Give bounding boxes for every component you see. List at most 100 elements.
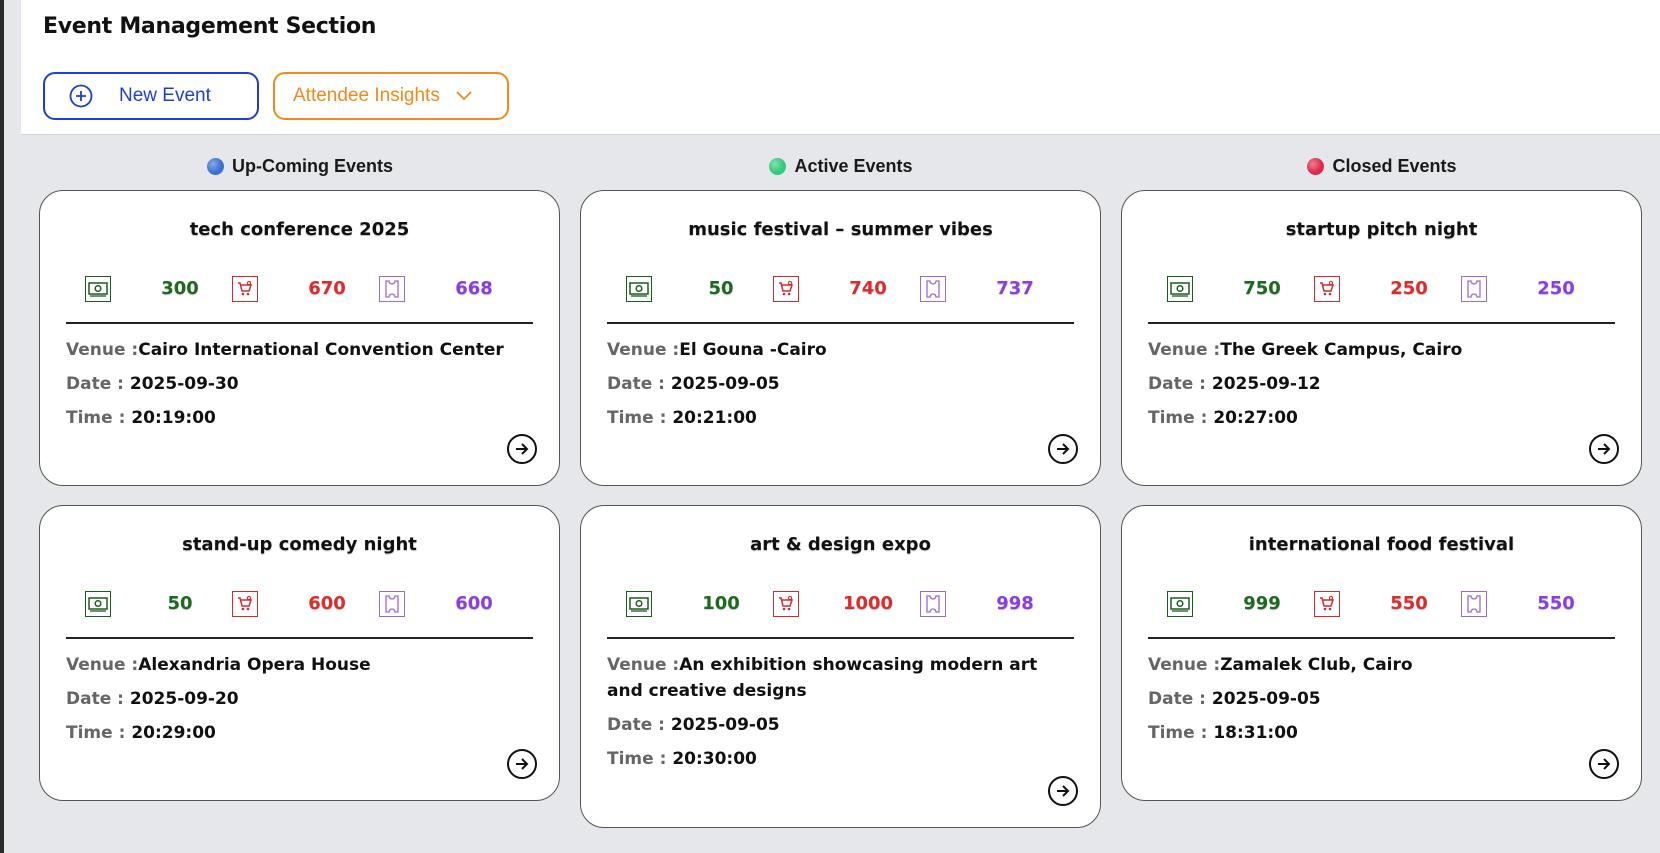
- time-row: Time : 20:30:00: [607, 746, 1074, 772]
- remaining-value: 250: [1537, 278, 1575, 299]
- attendee-insights-dropdown[interactable]: Attendee Insights: [273, 72, 509, 120]
- venue-row: Venue :An exhibition showcasing modern a…: [607, 652, 1074, 704]
- event-stats: 750 250 250: [1167, 276, 1607, 306]
- date-label: Date :: [66, 374, 130, 394]
- open-event-button[interactable]: [1589, 749, 1619, 779]
- cart-icon: [1314, 276, 1340, 302]
- capacity-value: 550: [1390, 593, 1428, 614]
- divider: [66, 637, 533, 639]
- money-icon: [85, 276, 111, 302]
- tickets-sold-value: 750: [1243, 278, 1281, 299]
- tickets-sold-value: 999: [1243, 593, 1281, 614]
- column-header-label: Active Events: [794, 155, 913, 176]
- time-label: Time :: [607, 749, 673, 769]
- ticket-icon: [1461, 591, 1487, 617]
- event-title: tech conference 2025: [189, 219, 410, 240]
- event-title: international food festival: [1248, 534, 1515, 555]
- event-card[interactable]: art & design expo 100 1000 998 Venue :An…: [580, 505, 1101, 828]
- date-value: 2025-09-05: [670, 374, 780, 394]
- time-value: 20:27:00: [1213, 408, 1298, 428]
- date-row: Date : 2025-09-20: [66, 686, 533, 712]
- time-value: 20:30:00: [672, 749, 757, 769]
- time-value: 18:31:00: [1213, 723, 1298, 743]
- attendee-insights-label: Attendee Insights: [293, 85, 440, 106]
- time-label: Time :: [607, 408, 673, 428]
- ticket-icon: [1461, 276, 1487, 302]
- arrow-right-icon: [1054, 440, 1072, 458]
- venue-value: The Greek Campus, Cairo: [1220, 340, 1463, 360]
- app-root: Event Management Section New Event Atten…: [0, 0, 1660, 853]
- plus-circle-icon: [69, 84, 93, 108]
- open-event-button[interactable]: [1048, 434, 1078, 464]
- remaining-value: 600: [455, 593, 493, 614]
- chevron-down-icon: [454, 86, 474, 106]
- cart-icon: [232, 276, 258, 302]
- time-label: Time :: [1148, 408, 1214, 428]
- event-card[interactable]: startup pitch night 750 250 250 Venue :T…: [1121, 190, 1642, 486]
- venue-row: Venue :Zamalek Club, Cairo: [1148, 652, 1615, 678]
- time-label: Time :: [66, 408, 132, 428]
- event-info: Venue :Cairo International Convention Ce…: [66, 337, 533, 439]
- date-label: Date :: [1148, 374, 1212, 394]
- venue-label: Venue :: [607, 655, 680, 675]
- venue-value: Cairo International Convention Center: [138, 340, 504, 360]
- status-dot: [1307, 157, 1325, 175]
- time-value: 20:29:00: [131, 723, 216, 743]
- divider: [1148, 637, 1615, 639]
- date-value: 2025-09-05: [1211, 689, 1321, 709]
- tickets-sold-value: 50: [167, 593, 193, 614]
- capacity-value: 250: [1390, 278, 1428, 299]
- venue-value: El Gouna -Cairo: [679, 340, 827, 360]
- event-info: Venue :El Gouna -Cairo Date : 2025-09-05…: [607, 337, 1074, 439]
- event-stats: 999 550 550: [1167, 591, 1607, 621]
- event-stats: 50 600 600: [85, 591, 525, 621]
- date-label: Date :: [66, 689, 130, 709]
- open-event-button[interactable]: [507, 434, 537, 464]
- event-stats: 100 1000 998: [626, 591, 1066, 621]
- date-label: Date :: [607, 715, 671, 735]
- time-row: Time : 20:19:00: [66, 405, 533, 431]
- venue-row: Venue :Cairo International Convention Ce…: [66, 337, 533, 363]
- ticket-icon: [379, 276, 405, 302]
- open-event-button[interactable]: [507, 749, 537, 779]
- column-header: Closed Events: [1232, 154, 1532, 178]
- venue-label: Venue :: [1148, 340, 1221, 360]
- open-event-button[interactable]: [1589, 434, 1619, 464]
- ticket-icon: [379, 591, 405, 617]
- tickets-sold-value: 100: [702, 593, 740, 614]
- event-card[interactable]: music festival – summer vibes 50 740 737…: [580, 190, 1101, 486]
- venue-row: Venue :Alexandria Opera House: [66, 652, 533, 678]
- arrow-right-icon: [513, 755, 531, 773]
- remaining-value: 550: [1537, 593, 1575, 614]
- event-title: stand-up comedy night: [182, 534, 417, 555]
- venue-label: Venue :: [1148, 655, 1221, 675]
- new-event-button[interactable]: New Event: [43, 72, 259, 120]
- column-header-label: Closed Events: [1332, 155, 1457, 176]
- ticket-icon: [920, 591, 946, 617]
- time-row: Time : 20:21:00: [607, 405, 1074, 431]
- divider: [607, 322, 1074, 324]
- capacity-value: 600: [308, 593, 346, 614]
- event-card[interactable]: stand-up comedy night 50 600 600 Venue :…: [39, 505, 560, 801]
- event-card[interactable]: tech conference 2025 300 670 668 Venue :…: [39, 190, 560, 486]
- arrow-right-icon: [513, 440, 531, 458]
- venue-label: Venue :: [607, 340, 680, 360]
- capacity-value: 1000: [842, 593, 894, 614]
- date-label: Date :: [607, 374, 671, 394]
- column-header-label: Up-Coming Events: [231, 155, 393, 176]
- time-value: 20:19:00: [131, 408, 216, 428]
- venue-value: Zamalek Club, Cairo: [1220, 655, 1413, 675]
- open-event-button[interactable]: [1048, 776, 1078, 806]
- date-value: 2025-09-05: [670, 715, 780, 735]
- status-dot: [206, 157, 224, 175]
- event-card[interactable]: international food festival 999 550 550 …: [1121, 505, 1642, 801]
- remaining-value: 737: [996, 278, 1034, 299]
- arrow-right-icon: [1054, 782, 1072, 800]
- event-info: Venue :Alexandria Opera House Date : 202…: [66, 652, 533, 754]
- money-icon: [1167, 591, 1193, 617]
- arrow-right-icon: [1595, 440, 1613, 458]
- venue-label: Venue :: [66, 340, 139, 360]
- cart-icon: [773, 276, 799, 302]
- status-dot: [769, 157, 787, 175]
- new-event-label: New Event: [119, 85, 211, 106]
